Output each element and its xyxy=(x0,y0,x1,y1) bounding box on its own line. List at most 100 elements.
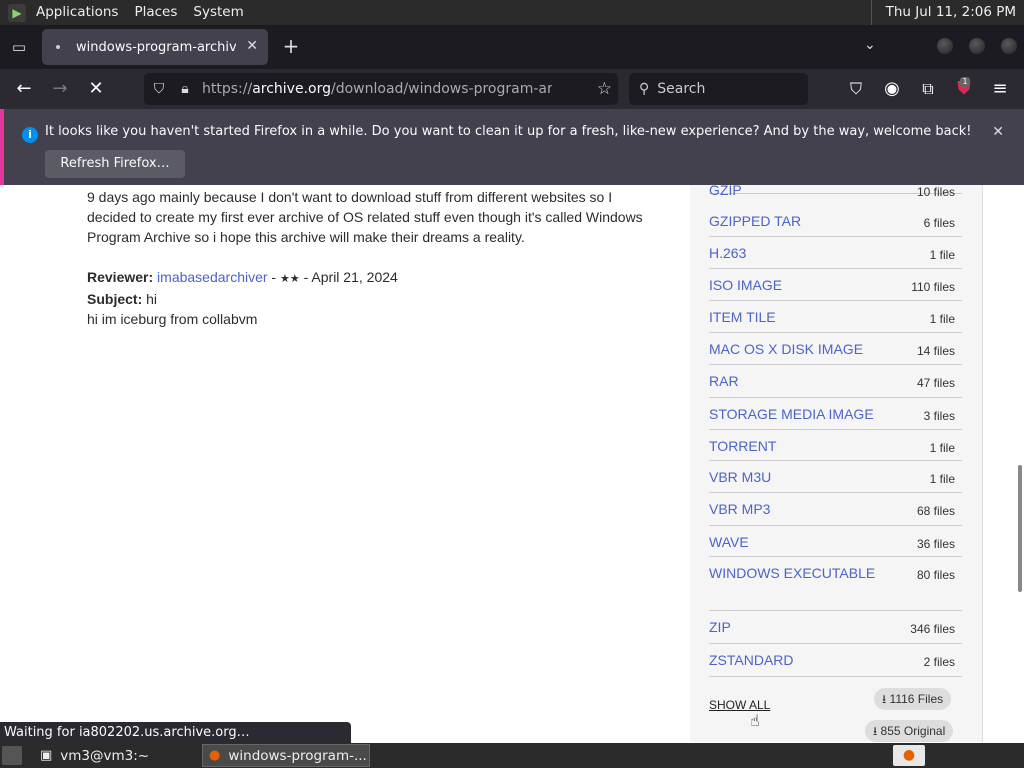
review-date: April 21, 2024 xyxy=(311,269,398,285)
format-count: 1 file xyxy=(929,472,955,486)
page-content: 9 days ago mainly because I don't want t… xyxy=(0,185,1024,742)
format-link[interactable]: STORAGE MEDIA IMAGE xyxy=(709,406,874,422)
firefox-icon: ● xyxy=(209,748,221,763)
url-text[interactable]: https://archive.org/download/windows-pro… xyxy=(202,81,552,97)
format-link[interactable]: VBR M3U xyxy=(709,469,771,485)
taskbar-firefox-button[interactable]: ● windows-program-... xyxy=(202,744,370,767)
format-link[interactable]: WAVE xyxy=(709,534,749,550)
download-icon: ⭳ xyxy=(873,724,878,738)
download-all-files-button[interactable]: ⭳ 1116 Files xyxy=(874,688,952,710)
taskbar-terminal-button[interactable]: ▣ vm3@vm3:~ xyxy=(34,744,198,767)
format-count: 1 file xyxy=(929,312,955,326)
show-desktop-icon[interactable] xyxy=(2,746,22,765)
url-bar[interactable]: ⛉ 🔒︎ https://archive.org/download/window… xyxy=(144,73,618,105)
download-original-button[interactable]: ⭳ 855 Original xyxy=(865,720,954,742)
places-menu[interactable]: Places xyxy=(126,0,185,25)
extension-badge: 1 xyxy=(960,77,970,87)
hamburger-menu-icon[interactable]: ≡ xyxy=(988,77,1012,101)
format-link[interactable]: ZIP xyxy=(709,619,731,635)
format-row: ZIP 346 files xyxy=(709,611,962,644)
format-count: 47 files xyxy=(916,376,955,390)
navigation-toolbar: ← → ✕ ⛉ 🔒︎ https://archive.org/download/… xyxy=(0,69,1024,109)
refresh-firefox-button[interactable]: Refresh Firefox… xyxy=(45,150,185,178)
notification-bar: i It looks like you haven't started Fire… xyxy=(0,109,1024,185)
format-count: 10 files xyxy=(916,185,955,199)
top-panel: ▶ Applications Places System Thu Jul 11,… xyxy=(0,0,1024,25)
close-window-button[interactable] xyxy=(1001,38,1017,54)
format-count: 110 files xyxy=(911,280,955,294)
search-placeholder: Search xyxy=(657,81,706,97)
status-bar: Waiting for ia802202.us.archive.org… xyxy=(0,722,351,743)
format-link[interactable]: ISO IMAGE xyxy=(709,277,782,293)
format-link[interactable]: MAC OS X DISK IMAGE xyxy=(709,341,863,357)
new-tab-icon[interactable]: + xyxy=(280,35,302,57)
terminal-icon: ▣ xyxy=(40,748,53,763)
close-tab-icon[interactable]: ✕ xyxy=(246,38,258,54)
close-notification-icon[interactable]: ✕ xyxy=(992,124,1004,140)
format-count: 3 files xyxy=(923,409,955,423)
format-link[interactable]: GZIPPED TAR xyxy=(709,213,801,229)
format-row: RAR 47 files xyxy=(709,365,962,398)
download-icon: ⭳ xyxy=(882,692,887,706)
review-meta: Reviewer: imabasedarchiver - ★★ - April … xyxy=(87,269,398,285)
back-arrow-icon[interactable]: ← xyxy=(12,77,36,101)
format-row: TORRENT 1 file xyxy=(709,430,962,461)
applications-menu[interactable]: Applications xyxy=(28,0,126,25)
firefox-view-icon[interactable]: ▭ xyxy=(8,37,30,57)
format-row: ZSTANDARD 2 files xyxy=(709,644,962,677)
rating-stars: ★★ xyxy=(280,273,300,285)
format-row: GZIPPED TAR 6 files xyxy=(709,205,962,237)
taskbar: ▣ vm3@vm3:~ ● windows-program-... ● xyxy=(0,743,1024,768)
notification-message: It looks like you haven't started Firefo… xyxy=(45,124,972,139)
reviewer-label: Reviewer: xyxy=(87,269,154,285)
pocket-icon[interactable]: ⛉ xyxy=(844,77,868,101)
format-count: 6 files xyxy=(923,216,955,230)
format-link[interactable]: ZSTANDARD xyxy=(709,652,794,668)
format-link[interactable]: WINDOWS EXECUTABLE xyxy=(709,565,875,581)
format-link[interactable]: H.263 xyxy=(709,245,746,261)
hand-cursor-icon: ☝ xyxy=(750,711,760,730)
show-all-link[interactable]: SHOW ALL xyxy=(709,698,770,712)
minimize-window-button[interactable] xyxy=(937,38,953,54)
format-link[interactable]: RAR xyxy=(709,373,739,389)
review-text: hi im iceburg from collabvm xyxy=(87,311,258,327)
format-row: ISO IMAGE 110 files xyxy=(709,269,962,301)
format-link[interactable]: VBR MP3 xyxy=(709,501,770,517)
list-all-tabs-icon[interactable]: ⌄ xyxy=(864,37,876,53)
clock[interactable]: Thu Jul 11, 2:06 PM xyxy=(870,0,1024,25)
format-link[interactable]: ITEM TILE xyxy=(709,309,776,325)
format-link[interactable]: GZIP xyxy=(709,185,742,198)
reviewer-link[interactable]: imabasedarchiver xyxy=(157,269,268,285)
search-bar[interactable]: ⚲ Search xyxy=(629,73,808,105)
format-link[interactable]: TORRENT xyxy=(709,438,776,454)
format-row: WAVE 36 files xyxy=(709,526,962,557)
loading-dot-icon xyxy=(56,45,60,49)
format-row: H.263 1 file xyxy=(709,237,962,269)
review-body: 9 days ago mainly because I don't want t… xyxy=(87,189,643,245)
bookmark-star-icon[interactable]: ☆ xyxy=(597,79,612,99)
stop-loading-icon[interactable]: ✕ xyxy=(84,77,108,101)
format-row: VBR M3U 1 file xyxy=(709,461,962,493)
tab-windows-program-archive[interactable]: windows-program-archive ✕ xyxy=(42,29,268,65)
tab-strip: ▭ windows-program-archive ✕ + ⌄ xyxy=(0,25,1024,69)
format-count: 36 files xyxy=(916,537,955,551)
lock-icon[interactable]: 🔒︎ xyxy=(176,81,194,97)
page-scrollbar[interactable] xyxy=(1018,465,1022,592)
distro-logo-icon[interactable]: ▶ xyxy=(8,3,26,22)
format-count: 1 file xyxy=(929,248,955,262)
info-icon: i xyxy=(22,127,38,143)
maximize-window-button[interactable] xyxy=(969,38,985,54)
shield-icon[interactable]: ⛉ xyxy=(150,81,168,97)
account-icon[interactable]: ◉ xyxy=(880,77,904,101)
search-icon: ⚲ xyxy=(639,81,650,97)
format-count: 346 files xyxy=(910,622,955,636)
format-count: 80 files xyxy=(916,568,955,582)
workspace-switcher-icon[interactable]: ● xyxy=(893,745,925,766)
system-menu[interactable]: System xyxy=(185,0,251,25)
format-count: 68 files xyxy=(916,504,955,518)
forward-arrow-icon[interactable]: → xyxy=(48,77,72,101)
tab-title: windows-program-archive xyxy=(76,39,236,55)
review: 9 days ago mainly because I don't want t… xyxy=(87,187,647,329)
review-subject: Subject: hi xyxy=(87,291,158,307)
extensions-icon[interactable]: ⧉ xyxy=(916,77,940,101)
